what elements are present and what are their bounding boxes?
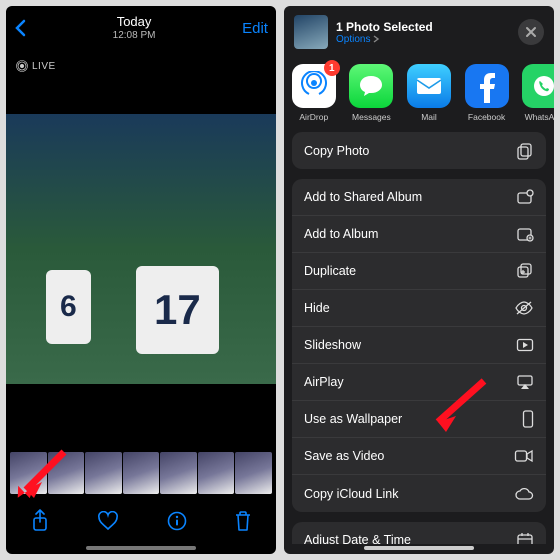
row-label: AirPlay	[304, 375, 344, 389]
photo-view[interactable]: 6 17	[6, 50, 276, 448]
action-adjust-date-time[interactable]: Adjust Date & Time	[292, 522, 546, 544]
live-label: LIVE	[32, 61, 56, 72]
home-indicator[interactable]	[86, 546, 196, 550]
row-label: Hide	[304, 301, 330, 315]
airplay-icon	[516, 374, 534, 390]
action-airplay[interactable]: AirPlay	[292, 364, 546, 401]
facebook-icon	[465, 64, 509, 108]
sheet-title: 1 Photo Selected	[336, 20, 510, 34]
share-apps-row[interactable]: 1 AirDrop Messages Mail Facebook	[284, 58, 554, 132]
calendar-icon	[516, 532, 534, 544]
sheet-title-wrap: 1 Photo Selected Options	[336, 20, 510, 45]
messages-icon	[349, 64, 393, 108]
action-add-shared-album[interactable]: Add to Shared Album	[292, 179, 546, 216]
row-label: Use as Wallpaper	[304, 412, 402, 426]
mail-icon	[407, 64, 451, 108]
actions-scroll[interactable]: Copy Photo Add to Shared Album Add to Al…	[284, 132, 554, 544]
action-group: Adjust Date & Time Adjust Location	[292, 522, 546, 544]
action-use-as-wallpaper[interactable]: Use as Wallpaper	[292, 401, 546, 438]
app-label: Mail	[421, 112, 437, 122]
annotation-arrow	[424, 376, 494, 436]
sheet-thumbnail	[294, 15, 328, 49]
row-label: Copy iCloud Link	[304, 487, 399, 501]
thumb[interactable]	[198, 452, 235, 494]
action-hide[interactable]: Hide	[292, 290, 546, 327]
row-label: Add to Album	[304, 227, 378, 241]
heart-icon	[97, 511, 119, 531]
thumb[interactable]	[85, 452, 122, 494]
video-icon	[514, 449, 534, 463]
jersey-number: 6	[46, 270, 91, 344]
thumb[interactable]	[160, 452, 197, 494]
cloud-link-icon	[514, 487, 534, 501]
app-label: Facebook	[468, 112, 505, 122]
sheet-header: 1 Photo Selected Options	[284, 6, 554, 58]
thumb[interactable]	[235, 452, 272, 494]
photo-content: 6 17	[6, 114, 276, 384]
action-save-as-video[interactable]: Save as Video	[292, 438, 546, 475]
info-icon	[167, 511, 187, 531]
eye-slash-icon	[514, 301, 534, 315]
share-icon	[30, 509, 50, 533]
options-button[interactable]: Options	[336, 34, 510, 45]
delete-button[interactable]	[234, 510, 252, 532]
row-label: Slideshow	[304, 338, 361, 352]
action-add-album[interactable]: Add to Album	[292, 216, 546, 253]
action-slideshow[interactable]: Slideshow	[292, 327, 546, 364]
action-group: Copy Photo	[292, 132, 546, 169]
app-label: WhatsApp	[525, 112, 554, 122]
nav-title-text: Today	[117, 14, 152, 29]
share-button[interactable]	[30, 509, 50, 533]
close-button[interactable]	[518, 19, 544, 45]
shared-album-icon	[516, 189, 534, 205]
app-mail[interactable]: Mail	[405, 64, 453, 122]
album-icon	[516, 226, 534, 242]
airdrop-icon: 1	[292, 64, 336, 108]
row-label: Copy Photo	[304, 144, 369, 158]
row-label: Add to Shared Album	[304, 190, 422, 204]
app-label: AirDrop	[299, 112, 328, 122]
app-messages[interactable]: Messages	[347, 64, 395, 122]
favorite-button[interactable]	[97, 511, 119, 531]
copy-icon	[516, 142, 534, 160]
live-icon	[16, 60, 28, 72]
trash-icon	[234, 510, 252, 532]
thumb[interactable]	[123, 452, 160, 494]
row-label: Save as Video	[304, 449, 384, 463]
action-copy-icloud-link[interactable]: Copy iCloud Link	[292, 475, 546, 512]
edit-button[interactable]: Edit	[242, 20, 268, 37]
app-label: Messages	[352, 112, 391, 122]
nav-bar: Today 12:08 PM Edit	[6, 6, 276, 50]
jersey-number: 17	[136, 266, 219, 354]
action-duplicate[interactable]: Duplicate	[292, 253, 546, 290]
home-indicator[interactable]	[364, 546, 474, 550]
phone-icon	[522, 410, 534, 428]
nav-title: Today 12:08 PM	[113, 15, 156, 41]
whatsapp-icon	[522, 64, 554, 108]
back-button[interactable]	[14, 19, 26, 37]
app-whatsapp[interactable]: WhatsApp	[520, 64, 554, 122]
photos-detail-screen: Today 12:08 PM Edit LIVE 6 17	[6, 6, 276, 554]
action-group: Add to Shared Album Add to Album Duplica…	[292, 179, 546, 512]
share-sheet: 1 Photo Selected Options 1 AirDrop Messa…	[284, 6, 554, 554]
chevron-right-icon	[372, 35, 380, 43]
play-rect-icon	[516, 338, 534, 352]
duplicate-icon	[516, 262, 534, 280]
badge: 1	[324, 60, 340, 76]
app-facebook[interactable]: Facebook	[463, 64, 511, 122]
row-label: Adjust Date & Time	[304, 533, 411, 544]
nav-subtitle: 12:08 PM	[113, 30, 156, 42]
live-badge: LIVE	[16, 60, 56, 72]
bottom-toolbar	[6, 498, 276, 544]
close-icon	[525, 26, 537, 38]
app-airdrop[interactable]: 1 AirDrop	[290, 64, 338, 122]
action-copy-photo[interactable]: Copy Photo	[292, 132, 546, 169]
info-button[interactable]	[167, 511, 187, 531]
annotation-arrow	[14, 442, 74, 502]
chevron-left-icon	[14, 19, 26, 37]
row-label: Duplicate	[304, 264, 356, 278]
